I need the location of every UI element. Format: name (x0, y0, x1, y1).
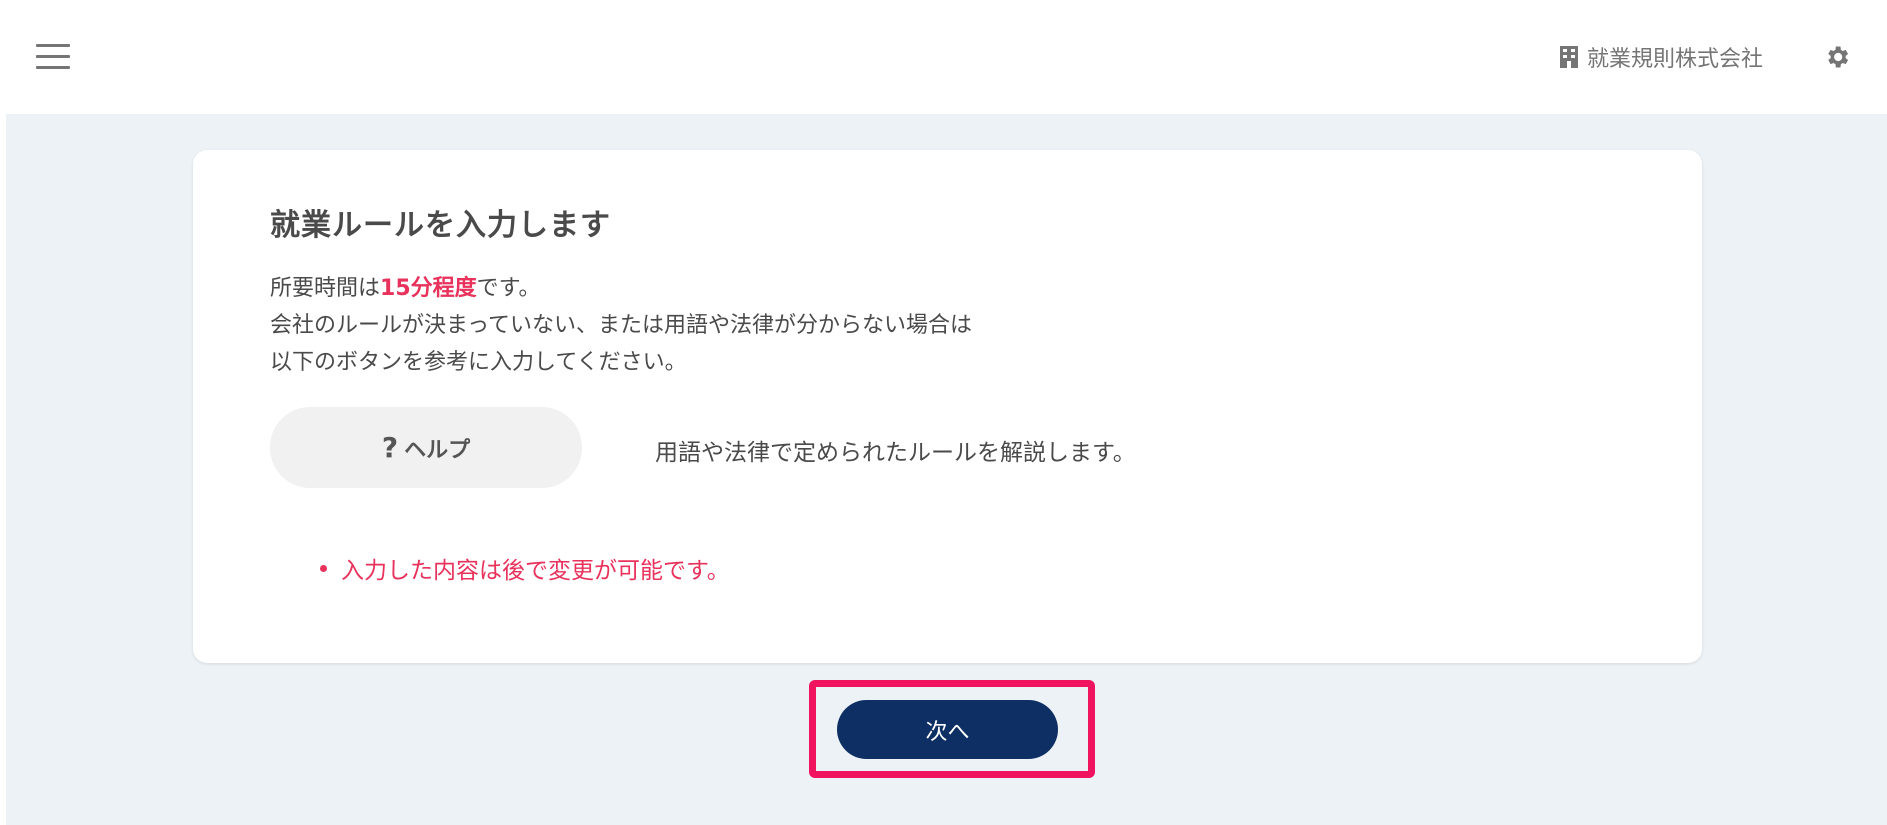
card-description: 所要時間は15分程度です。 会社のルールが決まっていない、または用語や法律が分か… (270, 270, 972, 381)
gear-icon[interactable] (1823, 43, 1851, 71)
building-icon (1559, 46, 1578, 68)
notice-text: 入力した内容は後で変更が可能です。 (341, 558, 730, 584)
company-indicator: 就業規則株式会社 (1559, 40, 1763, 74)
card-title: 就業ルールを入力します (270, 208, 611, 243)
bullet-icon (320, 564, 327, 572)
desc-line-3: 以下のボタンを参考に入力してください。 (270, 350, 687, 375)
help-button-label: ヘルプ (404, 437, 471, 463)
hamburger-menu-icon[interactable] (36, 44, 72, 70)
top-app-bar: 就業規則株式会社 (0, 0, 1887, 114)
company-name: 就業規則株式会社 (1586, 47, 1763, 72)
help-description: 用語や法律で定められたルールを解説します。 (655, 440, 1136, 466)
notice-item: 入力した内容は後で変更が可能です。 (320, 551, 730, 585)
question-mark-icon: ? (381, 431, 399, 464)
help-button[interactable]: ? ヘルプ (270, 407, 582, 488)
desc-line-1: 所要時間は15分程度です。 (270, 276, 541, 301)
next-button[interactable]: 次へ (837, 700, 1058, 759)
duration-highlight: 15分程度 (380, 276, 477, 301)
desc-line-2: 会社のルールが決まっていない、または用語や法律が分からない場合は (270, 313, 973, 338)
